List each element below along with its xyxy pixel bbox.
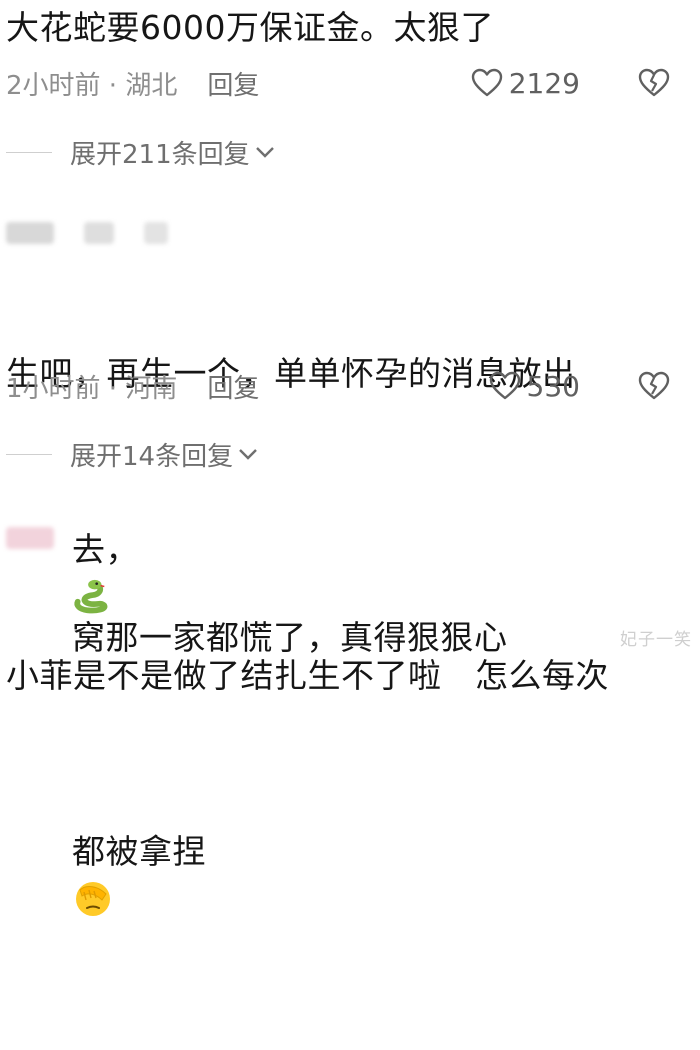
comment-text-segment: 都被拿捏 (71, 832, 206, 871)
expand-replies[interactable]: 展开14条回复 (6, 437, 259, 472)
comment-time-location: 1小时前 · 河南 (6, 373, 178, 404)
chevron-down-icon (255, 147, 274, 158)
broken-heart-icon (638, 68, 670, 97)
like-button[interactable]: 530 (489, 370, 580, 403)
heart-icon (471, 68, 502, 97)
dislike-button[interactable] (638, 371, 670, 401)
dislike-button[interactable] (638, 68, 670, 98)
comment-text-line: 小菲是不是做了结扎生不了啦 怎么每次 (6, 656, 609, 695)
comment-meta: 1小时前 · 河南 回复 530 (6, 368, 670, 405)
facepalm-emoji (75, 881, 110, 916)
chevron-down-icon (239, 449, 257, 460)
user-info-blurred (6, 222, 168, 248)
username-blur (144, 222, 168, 244)
divider (6, 453, 52, 455)
broken-heart-icon (638, 371, 670, 400)
expand-replies[interactable]: 展开211条回复 (6, 135, 276, 170)
reply-button[interactable]: 回复 (207, 368, 259, 405)
expand-replies-label: 展开14条回复 (70, 441, 234, 472)
avatar (6, 222, 54, 244)
like-count: 530 (526, 369, 580, 403)
username-blur (84, 222, 114, 244)
comment-text-line: 都被拿捏 (6, 786, 680, 962)
user-info-blurred (6, 527, 54, 553)
avatar (6, 527, 54, 549)
watermark: 妃子一笑 (620, 630, 692, 650)
reply-button[interactable]: 回复 (207, 65, 259, 102)
comment-text-segment: 去， (71, 530, 139, 569)
heart-icon (489, 371, 520, 400)
comment-text: 大花蛇要6000万保证金。太狠了 (6, 8, 494, 47)
like-count: 2129 (508, 66, 580, 100)
comment-meta: 2小时前 · 湖北 回复 2129 (6, 65, 670, 102)
comment-text: 小菲是不是做了结扎生不了啦 怎么每次 都被拿捏 (6, 566, 680, 1050)
expand-replies-label: 展开211条回复 (70, 139, 250, 170)
comment-time-location: 2小时前 · 湖北 (6, 70, 178, 101)
like-button[interactable]: 2129 (471, 67, 580, 100)
divider (6, 151, 52, 153)
